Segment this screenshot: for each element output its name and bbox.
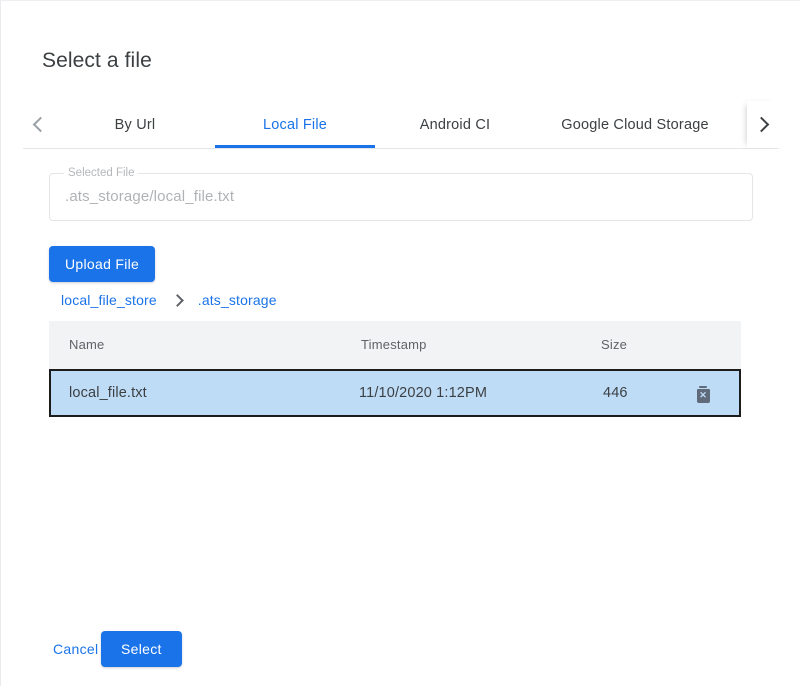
chevron-right-icon bbox=[171, 294, 184, 307]
tab-list: By Url Local File Android CI Google Clou… bbox=[55, 101, 747, 148]
column-header-size: Size bbox=[601, 337, 627, 352]
select-file-dialog: Select a file By Url Local File Android … bbox=[0, 0, 800, 686]
file-table: Name Timestamp Size local_file.txt 11/10… bbox=[49, 321, 741, 417]
cell-file-name: local_file.txt bbox=[69, 385, 147, 401]
trash-lid bbox=[699, 386, 707, 388]
tab-label: Local File bbox=[263, 117, 327, 133]
cell-size: 446 bbox=[603, 385, 628, 401]
breadcrumb: local_file_store .ats_storage bbox=[61, 291, 277, 309]
selected-file-field[interactable]: Selected File .ats_storage/local_file.tx… bbox=[49, 173, 753, 221]
column-header-name: Name bbox=[69, 337, 104, 352]
tab-label: By Url bbox=[115, 117, 156, 133]
tab-google-cloud-storage[interactable]: Google Cloud Storage bbox=[535, 101, 735, 148]
selected-file-label: Selected File bbox=[64, 166, 138, 180]
selected-file-input[interactable]: .ats_storage/local_file.txt bbox=[65, 188, 234, 205]
chevron-left-icon bbox=[33, 117, 49, 133]
tab-scroll-prev-button[interactable] bbox=[23, 101, 55, 148]
select-button[interactable]: Select bbox=[101, 631, 182, 667]
tab-local-file[interactable]: Local File bbox=[215, 101, 375, 148]
chevron-right-icon bbox=[754, 117, 770, 133]
cancel-button[interactable]: Cancel bbox=[41, 631, 110, 667]
upload-file-button[interactable]: Upload File bbox=[49, 246, 155, 282]
breadcrumb-item-local-file-store[interactable]: local_file_store bbox=[61, 292, 157, 308]
cell-timestamp: 11/10/2020 1:12PM bbox=[359, 385, 487, 401]
tab-label: Android CI bbox=[420, 117, 491, 133]
column-header-timestamp: Timestamp bbox=[361, 337, 427, 352]
tab-scroll-next-button[interactable] bbox=[747, 101, 779, 148]
trash-delete-icon: ✕ bbox=[696, 386, 711, 403]
breadcrumb-item-ats-storage[interactable]: .ats_storage bbox=[198, 292, 277, 308]
page-title: Select a file bbox=[42, 47, 152, 75]
delete-file-button[interactable]: ✕ bbox=[691, 382, 715, 406]
dialog-footer: Cancel Select bbox=[1, 623, 800, 679]
trash-body: ✕ bbox=[697, 389, 710, 403]
tab-label: Google Cloud Storage bbox=[561, 117, 709, 133]
table-header-row: Name Timestamp Size bbox=[49, 321, 741, 369]
tab-bar: By Url Local File Android CI Google Clou… bbox=[23, 101, 779, 149]
tab-by-url[interactable]: By Url bbox=[55, 101, 215, 148]
tab-android-ci[interactable]: Android CI bbox=[375, 101, 535, 148]
table-row[interactable]: local_file.txt 11/10/2020 1:12PM 446 ✕ bbox=[49, 369, 741, 417]
